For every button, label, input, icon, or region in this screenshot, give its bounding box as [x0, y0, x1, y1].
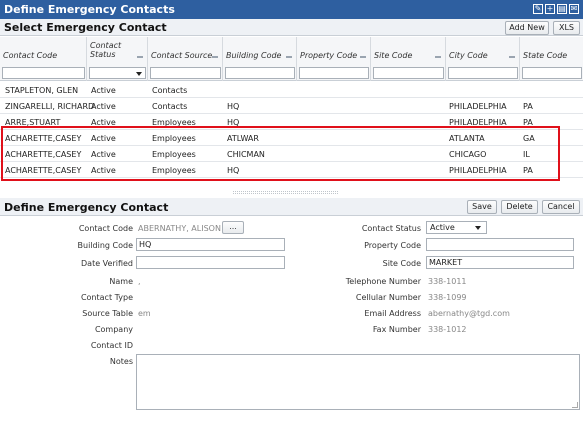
add-new-button[interactable]: Add New [505, 21, 549, 35]
sort-icon[interactable] [212, 56, 218, 58]
notes-textarea[interactable] [136, 354, 580, 410]
contact-code-value: ABERNATHY, ALISON [138, 224, 221, 233]
table-row[interactable]: ZINGARELLI, RICHARD Active Contacts HQ PHILA… [0, 98, 583, 114]
filter-building-code[interactable] [225, 67, 295, 79]
sort-icon[interactable] [509, 56, 515, 58]
building-code-label: Building Code [77, 241, 133, 250]
cancel-button[interactable]: Cancel [542, 200, 580, 214]
cellular-number-label: Cellular Number [355, 293, 421, 302]
cell-city-code: PHILADELPHIA [449, 102, 507, 111]
window-title: Define Emergency Contacts [4, 3, 175, 16]
contact-id-label: Contact ID [90, 341, 133, 350]
contact-type-label: Contact Type [80, 293, 133, 302]
contact-code-label: Contact Code [78, 224, 133, 233]
fax-number-value: 338-1012 [428, 325, 467, 334]
source-table-label: Source Table [82, 309, 133, 318]
table-row[interactable]: STAPLETON, GLEN Active Contacts [0, 82, 583, 98]
new-window-icon[interactable]: + [545, 4, 555, 14]
cell-building-code: HQ [227, 102, 240, 111]
telephone-number-value: 338-1011 [428, 277, 467, 286]
building-code-field[interactable]: HQ [136, 238, 285, 251]
sort-icon[interactable] [137, 56, 143, 58]
site-code-field[interactable]: MARKET [426, 256, 574, 269]
column-state-code[interactable]: State Code [520, 37, 583, 81]
edit-icon[interactable]: ✎ [533, 4, 543, 14]
filter-contact-code[interactable] [2, 67, 85, 79]
column-building-code[interactable]: Building Code [223, 37, 297, 81]
column-label: Contact Code [3, 51, 58, 60]
date-verified-field[interactable] [136, 256, 285, 269]
delete-button[interactable]: Delete [501, 200, 538, 214]
email-address-label: Email Address [364, 309, 421, 318]
filter-site-code[interactable] [373, 67, 444, 79]
cell-contact-code: STAPLETON, GLEN [5, 86, 79, 95]
panel-splitter[interactable] [233, 191, 338, 194]
column-property-code[interactable]: Property Code [297, 37, 371, 81]
define-panel-title: Define Emergency Contact [4, 201, 169, 214]
column-label: Site Code [374, 51, 413, 60]
filter-contact-status[interactable] [89, 67, 146, 79]
email-icon[interactable]: ✉ [569, 4, 579, 14]
window-titlebar: Define Emergency Contacts ✎ + ▤ ✉ [0, 0, 583, 19]
contact-status-select[interactable]: Active [426, 221, 487, 234]
notes-label: Notes [109, 357, 133, 366]
filter-property-code[interactable] [299, 67, 369, 79]
save-button[interactable]: Save [467, 200, 497, 214]
column-label: State Code [523, 51, 568, 60]
source-table-value: em [138, 309, 151, 318]
site-code-label: Site Code [382, 259, 421, 268]
property-code-label: Property Code [364, 241, 421, 250]
column-label: Contact Status [90, 41, 122, 59]
cell-contact-status: Active [91, 86, 116, 95]
sort-icon[interactable] [286, 56, 292, 58]
fax-number-label: Fax Number [372, 325, 421, 334]
company-label: Company [94, 325, 133, 334]
column-contact-status[interactable]: Contact Status [87, 37, 148, 81]
filter-contact-source[interactable] [150, 67, 221, 79]
column-label: City Code [449, 51, 488, 60]
cell-contact-status: Active [91, 102, 116, 111]
xls-button[interactable]: XLS [553, 21, 580, 35]
column-label: Property Code [300, 51, 358, 60]
email-address-value: abernathy@tgd.com [428, 309, 510, 318]
define-panel-header: Define Emergency Contact Save Delete Can… [0, 198, 583, 216]
titlebar-icons: ✎ + ▤ ✉ [533, 4, 579, 14]
filter-city-code[interactable] [448, 67, 518, 79]
print-icon[interactable]: ▤ [557, 4, 567, 14]
select-panel-header: Select Emergency Contact Add New XLS [0, 19, 583, 36]
sort-icon[interactable] [360, 56, 366, 58]
column-site-code[interactable]: Site Code [371, 37, 446, 81]
name-label: Name [109, 277, 133, 286]
contact-code-lookup-button[interactable]: ... [222, 221, 244, 234]
resize-handle-icon[interactable] [572, 402, 578, 408]
filter-state-code[interactable] [522, 67, 582, 79]
column-label: Contact Source [151, 51, 213, 60]
date-verified-label: Date Verified [81, 259, 133, 268]
telephone-number-label: Telephone Number [345, 277, 421, 286]
cellular-number-value: 338-1099 [428, 293, 467, 302]
grid-header: Contact Code Contact Status Contact Sour… [0, 37, 583, 81]
column-contact-source[interactable]: Contact Source [148, 37, 223, 81]
column-contact-code[interactable]: Contact Code [0, 37, 87, 81]
contact-status-label: Contact Status [361, 224, 421, 233]
cell-contact-source: Contacts [152, 102, 188, 111]
name-value: , [138, 277, 141, 286]
column-label: Building Code [226, 51, 282, 60]
highlight-box [1, 126, 560, 181]
cell-contact-code: ZINGARELLI, RICHARD [5, 102, 95, 111]
sort-icon[interactable] [435, 56, 441, 58]
property-code-field[interactable] [426, 238, 574, 251]
cell-state-code: PA [523, 102, 533, 111]
cell-contact-source: Contacts [152, 86, 188, 95]
select-panel-title: Select Emergency Contact [4, 21, 167, 34]
column-city-code[interactable]: City Code [446, 37, 520, 81]
